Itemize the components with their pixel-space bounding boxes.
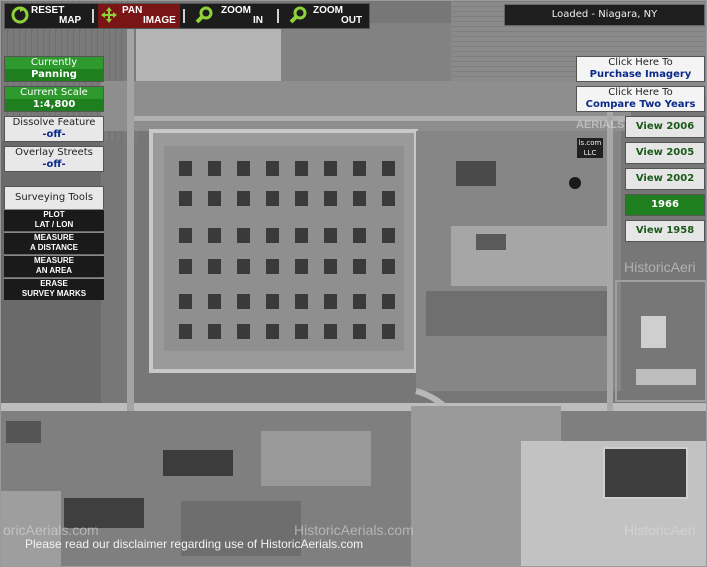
- zoom-in-icon: [195, 6, 213, 24]
- reset-map-button[interactable]: RESET MAP: [9, 4, 89, 28]
- purchase-imagery-link[interactable]: Click Here To Purchase Imagery: [576, 56, 705, 82]
- zoom-in-label-1: ZOOM: [221, 5, 251, 16]
- surveying-tools-title: Surveying Tools: [4, 186, 104, 210]
- compare-two-years-link[interactable]: Click Here To Compare Two Years: [576, 86, 705, 112]
- pan-icon: [101, 7, 117, 23]
- tool-label-2: A DISTANCE: [30, 243, 78, 252]
- current-mode-box: Currently Panning: [4, 56, 104, 82]
- disclaimer-link[interactable]: Please read our disclaimer regarding use…: [25, 537, 363, 551]
- toolbar-separator: [183, 9, 185, 23]
- reset-label-2: MAP: [59, 15, 82, 26]
- current-scale-label: Current Scale: [5, 87, 103, 99]
- current-mode-value: Panning: [31, 69, 77, 80]
- watermark-mid-right: HistoricAeri: [624, 259, 696, 275]
- toolbar-separator: [92, 9, 94, 23]
- dissolve-feature-label: Dissolve Feature: [12, 117, 96, 128]
- current-scale-value: 1:4,800: [32, 99, 76, 110]
- toolbar-separator: [277, 9, 279, 23]
- watermark-aerials: AERIALS: [576, 119, 625, 131]
- measure-area-button[interactable]: MEASURE AN AREA: [4, 255, 104, 277]
- watermark-bottom-mid: HistoricAerials.com: [294, 522, 414, 538]
- current-mode-label: Currently: [5, 57, 103, 69]
- watermark-bottom-right: HistoricAeri: [624, 522, 696, 538]
- compare-label-2: Compare Two Years: [585, 99, 696, 110]
- tool-label-1: MEASURE: [33, 233, 74, 242]
- pan-label-1: PAN: [122, 5, 143, 16]
- purchase-label-2: Purchase Imagery: [589, 69, 692, 80]
- reset-icon: [11, 6, 29, 24]
- watermark-badge: ls.com LLC: [577, 138, 603, 158]
- zoom-in-label-2: IN: [253, 15, 263, 26]
- view-2006-button[interactable]: View 2006: [625, 116, 705, 138]
- view-2005-button[interactable]: View 2005: [625, 142, 705, 164]
- view-2002-button[interactable]: View 2002: [625, 168, 705, 190]
- pan-label-2: IMAGE: [143, 15, 176, 26]
- tool-label-2: SURVEY MARKS: [21, 289, 87, 298]
- toolbar: RESET MAP PAN IMAGE ZOOM IN ZOOM OUT: [4, 3, 370, 29]
- zoom-out-label-1: ZOOM: [313, 5, 343, 16]
- map-viewer: RESET MAP PAN IMAGE ZOOM IN ZOOM OUT Loa…: [0, 0, 707, 567]
- erase-survey-marks-button[interactable]: ERASE SURVEY MARKS: [4, 278, 104, 300]
- plot-lat-lon-button[interactable]: PLOT LAT / LON: [4, 209, 104, 231]
- dissolve-feature-value: -off-: [42, 129, 66, 140]
- compare-label-1: Click Here To: [608, 87, 673, 98]
- zoom-out-label-2: OUT: [341, 15, 363, 26]
- overlay-streets-label: Overlay Streets: [15, 147, 93, 158]
- dissolve-feature-toggle[interactable]: Dissolve Feature -off-: [4, 116, 104, 142]
- tool-label-2: LAT / LON: [34, 220, 74, 229]
- badge-line-2: LLC: [583, 149, 597, 157]
- tool-label-2: AN AREA: [35, 266, 73, 275]
- overlay-streets-toggle[interactable]: Overlay Streets -off-: [4, 146, 104, 172]
- tool-label-1: MEASURE: [33, 256, 74, 265]
- badge-line-1: ls.com: [578, 139, 602, 147]
- overlay-streets-value: -off-: [42, 159, 66, 170]
- zoom-out-button[interactable]: ZOOM OUT: [287, 4, 367, 28]
- watermark-bottom-left: oricAerials.com: [3, 522, 99, 538]
- tool-label-1: ERASE: [40, 279, 68, 288]
- current-scale-box: Current Scale 1:4,800: [4, 86, 104, 112]
- year-1966-selected[interactable]: 1966: [625, 194, 705, 216]
- pan-image-button[interactable]: PAN IMAGE: [98, 4, 180, 28]
- zoom-in-button[interactable]: ZOOM IN: [191, 4, 271, 28]
- tool-label-1: PLOT: [43, 210, 65, 219]
- view-1958-button[interactable]: View 1958: [625, 220, 705, 242]
- measure-distance-button[interactable]: MEASURE A DISTANCE: [4, 232, 104, 254]
- purchase-label-1: Click Here To: [608, 57, 673, 68]
- status-loaded-location: Loaded - Niagara, NY: [504, 4, 705, 26]
- zoom-out-icon: [289, 6, 307, 24]
